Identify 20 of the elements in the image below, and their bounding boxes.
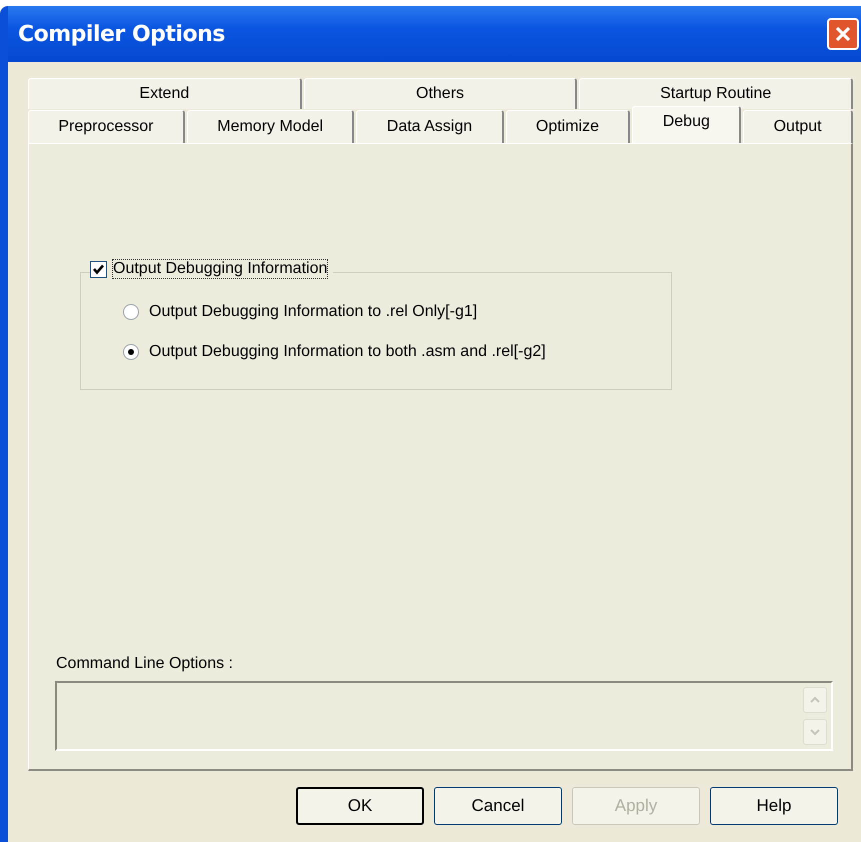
- dialog-button[interactable]: OK: [296, 787, 424, 825]
- tab[interactable]: Preprocessor: [28, 110, 185, 143]
- tab[interactable]: Memory Model: [186, 110, 354, 143]
- close-button[interactable]: [827, 18, 859, 50]
- dialog-button[interactable]: Help: [710, 787, 838, 825]
- tab[interactable]: Startup Routine: [579, 78, 854, 109]
- tab[interactable]: Debug: [632, 106, 742, 143]
- tab[interactable]: Optimize: [506, 110, 630, 143]
- radio-label[interactable]: Output Debugging Information to both .asm and .rel[-g2]: [149, 343, 546, 361]
- radio-button[interactable]: [123, 304, 139, 320]
- checkbox[interactable]: [90, 260, 107, 278]
- dialog-button[interactable]: Cancel: [434, 787, 562, 825]
- tab[interactable]: Extend: [28, 78, 302, 109]
- radio-button[interactable]: [123, 344, 139, 360]
- tab[interactable]: Output: [743, 110, 853, 143]
- field-label: Command Line Options :: [56, 655, 234, 673]
- tab[interactable]: Others: [304, 78, 578, 109]
- window-title: Compiler Options: [18, 22, 225, 46]
- radio-label[interactable]: Output Debugging Information to .rel Only[-g1]: [149, 303, 478, 321]
- tab[interactable]: Data Assign: [356, 110, 504, 143]
